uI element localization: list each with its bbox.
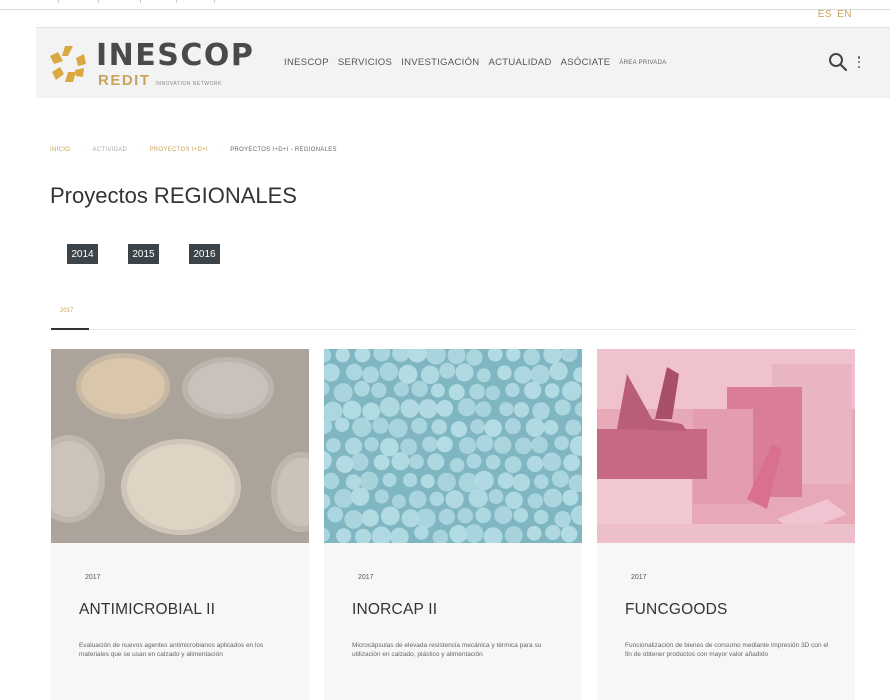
language-switcher: ES EN — [818, 9, 852, 20]
project-card-body: 2017 INORCAP II Microcápsulas de elevada… — [324, 543, 582, 700]
breadcrumb-actividad[interactable]: ACTIVIDAD — [92, 147, 127, 153]
logo-redit: REDIT — [98, 72, 151, 89]
project-card-inorcap[interactable]: 2017 INORCAP II Microcápsulas de elevada… — [324, 349, 582, 700]
logo-subtitle: REDIT INNOVATION NETWORK — [98, 72, 222, 89]
breadcrumb-separator: · — [217, 147, 221, 153]
project-card-body: 2017 ANTIMICROBIAL II Evaluación de nuev… — [51, 543, 309, 700]
project-card-body: 2017 FUNCGOODS Funcionalización de biene… — [597, 543, 855, 700]
nav-item-investigacion[interactable]: INVESTIGACIÓN — [401, 57, 479, 68]
top-rule — [0, 0, 890, 10]
project-description: Funcionalización de bienes de consumo me… — [625, 642, 829, 658]
nav-item-area-privada[interactable]: ÁREA PRIVADA — [619, 60, 666, 66]
inescop-logo[interactable]: INESCOP REDIT INNOVATION NETWORK — [46, 36, 256, 92]
search-icon[interactable] — [828, 52, 848, 72]
breadcrumb-proyectos[interactable]: PROYECTOS I+D+I — [149, 147, 207, 153]
project-card-antimicrobial[interactable]: 2017 ANTIMICROBIAL II Evaluación de nuev… — [51, 349, 309, 700]
logo-network: INNOVATION NETWORK — [155, 81, 222, 87]
project-card-funcgoods[interactable]: 2017 FUNCGOODS Funcionalización de biene… — [597, 349, 855, 700]
project-image-shoes — [597, 349, 855, 543]
tab-2017[interactable]: 2017 — [51, 305, 89, 330]
nav-item-asociate[interactable]: ASÓCIATE — [561, 57, 611, 68]
nav-item-inescop[interactable]: INESCOP — [284, 57, 329, 68]
breadcrumb: INICIO · ACTIVIDAD · PROYECTOS I+D+I · P… — [50, 147, 337, 153]
project-year: 2017 — [631, 574, 647, 581]
breadcrumb-inicio[interactable]: INICIO — [50, 147, 70, 153]
main-nav: INESCOP SERVICIOS INVESTIGACIÓN ACTUALID… — [284, 57, 667, 68]
project-image-petri-dishes — [51, 349, 309, 543]
project-image-microcapsules — [324, 349, 582, 543]
year-filter: 2014 2015 2016 — [67, 244, 220, 264]
breadcrumb-separator: · — [80, 147, 83, 153]
project-title[interactable]: ANTIMICROBIAL II — [79, 601, 215, 619]
page-title: Proyectos REGIONALES — [50, 183, 297, 208]
lang-es-link[interactable]: ES — [818, 9, 832, 20]
nav-item-servicios[interactable]: SERVICIOS — [338, 57, 392, 68]
site-header: INESCOP REDIT INNOVATION NETWORK INESCOP… — [36, 27, 890, 98]
project-description: Evaluación de nuevos agentes antimicrobi… — [79, 642, 264, 658]
year-button-2014[interactable]: 2014 — [67, 244, 98, 264]
lang-en-link[interactable]: EN — [837, 9, 852, 20]
project-year: 2017 — [358, 574, 374, 581]
project-title[interactable]: FUNCGOODS — [625, 601, 728, 619]
project-description: Microcápsulas de elevada resistencia mec… — [352, 642, 542, 658]
nav-item-actualidad[interactable]: ACTUALIDAD — [488, 57, 551, 68]
year-button-2015[interactable]: 2015 — [128, 244, 159, 264]
logo-title: INESCOP — [96, 38, 255, 73]
year-button-2016[interactable]: 2016 — [189, 244, 220, 264]
breadcrumb-separator: · — [137, 147, 140, 153]
project-title[interactable]: INORCAP II — [352, 601, 437, 619]
logo-mark-icon — [50, 46, 86, 82]
project-year: 2017 — [85, 574, 101, 581]
more-vertical-icon[interactable] — [856, 53, 862, 71]
breadcrumb-current: PROYECTOS I+D+I - REGIONALES — [230, 147, 337, 153]
year-tabs: 2017 — [51, 305, 857, 330]
